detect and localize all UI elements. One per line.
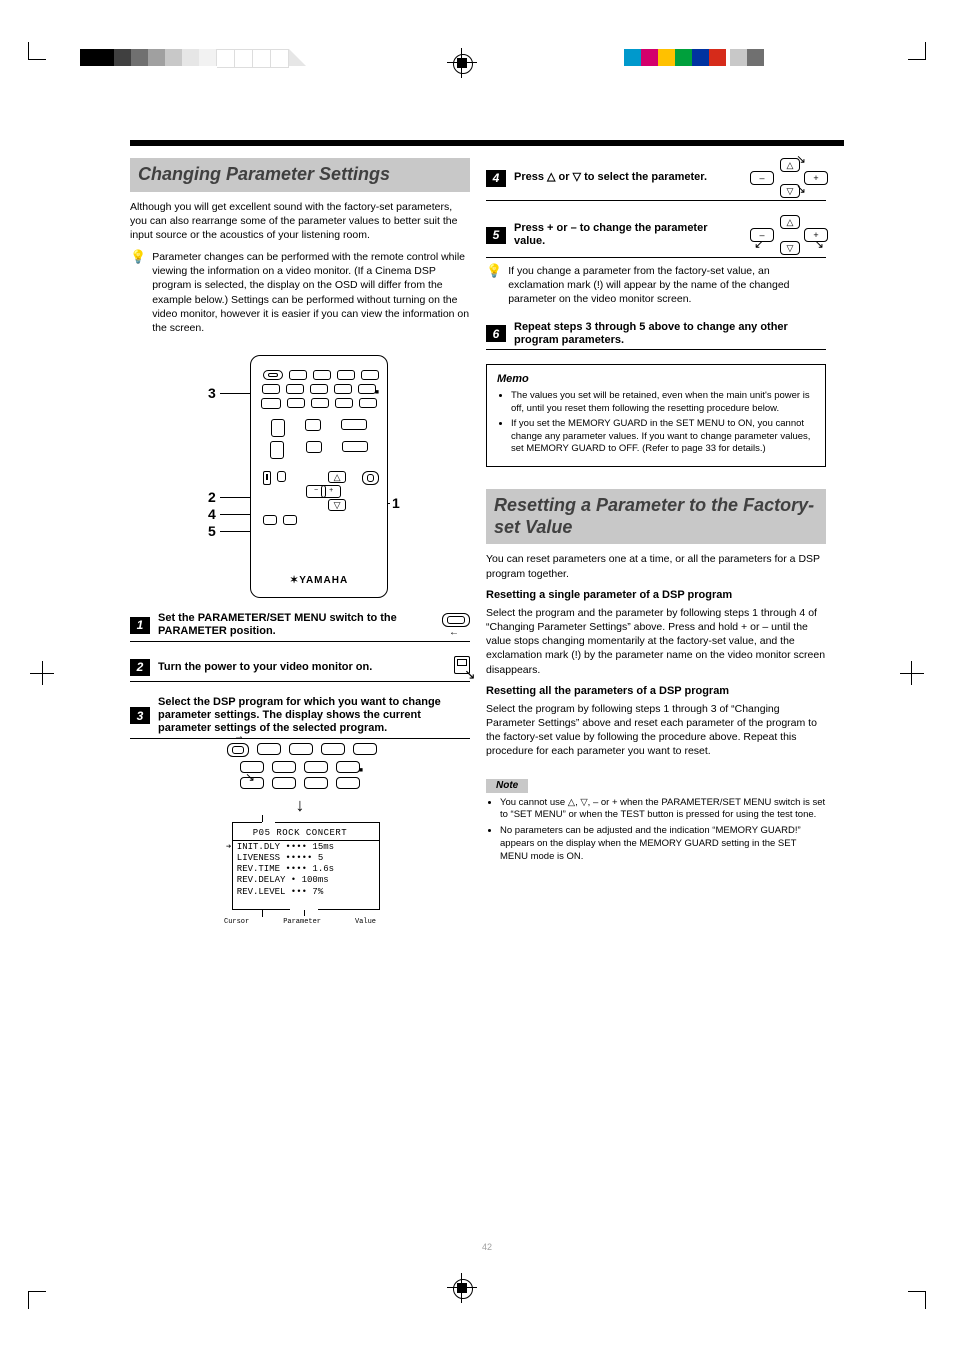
- parameter-switch-icon: [442, 613, 470, 627]
- lcd-row: REV.DELAY • 100ms: [220, 875, 380, 886]
- step-text: Turn the power to your video monitor on.: [158, 661, 446, 674]
- step-text: Select the DSP program for which you wan…: [158, 696, 470, 736]
- hint-block: 💡 If you change a parameter from the fac…: [486, 264, 826, 307]
- note-label: Note: [486, 779, 528, 793]
- dpad-icon: △▽ –+ ↙ ↘: [744, 215, 826, 255]
- title-rule: [130, 140, 844, 146]
- callout-3: 3: [208, 385, 216, 402]
- section-title: Changing Parameter Settings: [130, 158, 470, 192]
- body-para: You can reset parameters one at a time, …: [486, 552, 826, 580]
- callout-5: 5: [208, 523, 216, 540]
- monitor-icon: [263, 471, 271, 485]
- memo-item: The values you set will be retained, eve…: [511, 390, 815, 416]
- step-text: Set the PARAMETER/SET MENU switch to the…: [158, 612, 430, 638]
- memo-item: If you set the MEMORY GUARD in the SET M…: [511, 418, 815, 456]
- lcd-caption: Cursor: [224, 918, 249, 927]
- registration-strip-left: [80, 49, 306, 66]
- lightbulb-icon: 💡: [486, 263, 502, 279]
- lcd-row: ➔ INIT.DLY •••• 15ms: [220, 842, 380, 853]
- arrow-down-icon: ↓: [130, 795, 470, 817]
- crop-mark: [894, 1291, 926, 1323]
- intro-para: Although you will get excellent sound wi…: [130, 200, 470, 243]
- dsp-button-grid: ↘■: [130, 743, 470, 789]
- step-number: 1: [130, 617, 150, 634]
- step-number: 5: [486, 227, 506, 244]
- memo-title: Memo: [497, 373, 815, 386]
- lcd-caption: Value: [355, 918, 376, 927]
- body-para: Select the program by following steps 1 …: [486, 702, 826, 759]
- callout-1: 1: [392, 495, 400, 512]
- crop-mark: [894, 28, 926, 60]
- hint-text: Parameter changes can be performed with …: [152, 250, 470, 335]
- body-para: Select the program and the parameter by …: [486, 606, 826, 677]
- crosshair-icon: [447, 1273, 477, 1303]
- subsection-title: Resetting a single parameter of a DSP pr…: [486, 589, 826, 602]
- lcd-screen: P05 ROCK CONCERT ➔ INIT.DLY •••• 15ms LI…: [220, 822, 380, 927]
- parameter-switch-icon: [227, 743, 249, 757]
- hint-text: If you change a parameter from the facto…: [508, 264, 826, 307]
- crosshair-icon: [447, 48, 477, 78]
- lcd-row: REV.TIME •••• 1.6s: [220, 864, 380, 875]
- parameter-switch-icon: [362, 471, 379, 485]
- remote-brand: YAMAHA: [251, 575, 387, 587]
- lcd-caption: Parameter: [283, 918, 321, 927]
- subsection-title: Resetting all the parameters of a DSP pr…: [486, 685, 826, 698]
- crop-mark: [892, 664, 924, 696]
- note-item: You cannot use △, ▽, – or + when the PAR…: [500, 797, 826, 823]
- crop-mark: [28, 28, 60, 60]
- section-title: Resetting a Parameter to the Factory-set…: [486, 489, 826, 544]
- callout-2: 2: [208, 489, 216, 506]
- page-number: 42: [130, 1242, 844, 1253]
- step-number: 3: [130, 707, 150, 724]
- note-item: No parameters can be adjusted and the in…: [500, 825, 826, 863]
- lightbulb-icon: 💡: [130, 249, 146, 265]
- step-text: Press + or – to change the parameter val…: [514, 222, 736, 248]
- dpad-icon: △▽ –+ ↘ ↘: [744, 158, 826, 198]
- crop-mark: [28, 1291, 60, 1323]
- registration-strip-right: [624, 49, 764, 66]
- cursor-press-icon: ↘: [454, 656, 470, 680]
- step-text: Repeat steps 3 through 5 above to change…: [514, 321, 826, 347]
- step-number: 4: [486, 170, 506, 187]
- step-number: 6: [486, 325, 506, 342]
- remote-diagram: 3 2 4 5 1 ■ △: [220, 355, 380, 598]
- lcd-row: LIVENESS ••••• 5: [220, 853, 380, 864]
- step-number: 2: [130, 659, 150, 676]
- callout-4: 4: [208, 506, 216, 523]
- memo-box: Memo The values you set will be retained…: [486, 364, 826, 467]
- hint-block: 💡 Parameter changes can be performed wit…: [130, 250, 470, 335]
- step-text: Press △ or ▽ to select the parameter.: [514, 171, 736, 184]
- crop-mark: [30, 664, 62, 696]
- lcd-title: P05 ROCK CONCERT: [220, 824, 380, 841]
- arrow-left-icon: ←: [449, 627, 459, 639]
- lcd-row: REV.LEVEL ••• 7%: [220, 887, 380, 898]
